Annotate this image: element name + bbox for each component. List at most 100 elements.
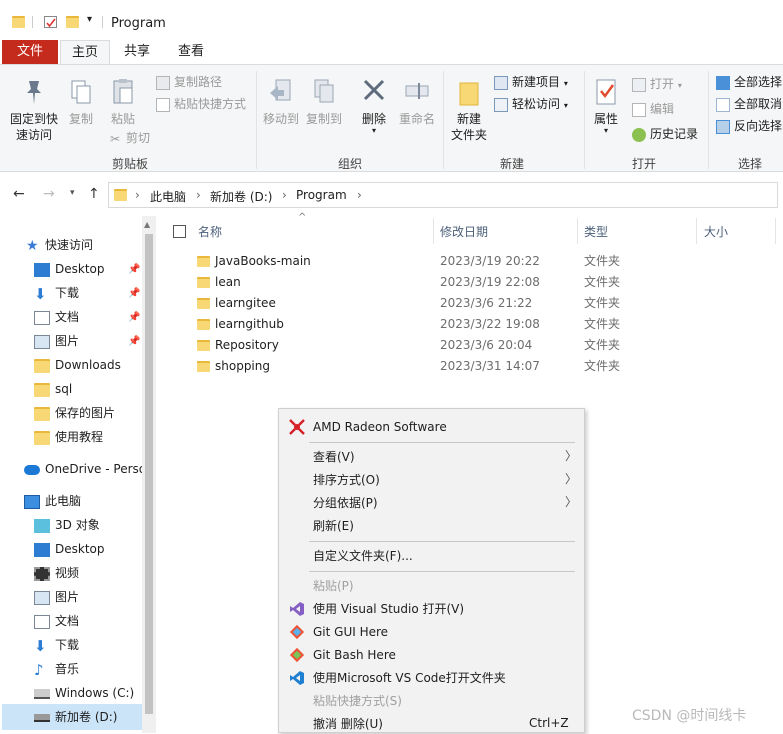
new-folder-quick-icon[interactable]: [66, 16, 79, 28]
watermark: CSDN @时间线卡: [632, 708, 747, 724]
nav-item-tutorials[interactable]: 使用教程: [34, 426, 103, 448]
breadcrumb-separator[interactable]: ›: [135, 188, 140, 202]
up-arrow-icon[interactable]: ↑: [88, 186, 100, 202]
file-row[interactable]: learngitee 2023/3/6 21:22 文件夹: [160, 293, 783, 314]
nav-quick-access[interactable]: ★ 快速访问: [26, 234, 93, 256]
copy-to-button[interactable]: 复制到: [304, 77, 344, 127]
menu-item-git-bash[interactable]: Git Bash Here: [313, 645, 396, 665]
sort-ascending-icon: ^: [298, 212, 307, 223]
forward-arrow-icon[interactable]: →: [43, 186, 55, 202]
recent-locations-chevron-icon[interactable]: ▾: [70, 188, 75, 198]
column-divider[interactable]: [775, 218, 776, 244]
nav-this-pc[interactable]: 此电脑: [24, 490, 81, 512]
breadcrumb-drive-d[interactable]: 新加卷 (D:): [210, 188, 272, 205]
nav-label: 音乐: [55, 662, 80, 676]
column-divider[interactable]: [433, 218, 434, 244]
invert-selection-button[interactable]: 反向选择: [716, 117, 782, 135]
scroll-up-icon[interactable]: ▲: [144, 220, 150, 229]
paste-button[interactable]: 粘贴: [105, 77, 141, 127]
file-row[interactable]: learngithub 2023/3/22 19:08 文件夹: [160, 314, 783, 335]
menu-separator: [309, 442, 575, 443]
nav-item-pc-desktop[interactable]: Desktop: [34, 538, 105, 560]
nav-item-videos[interactable]: 视频: [34, 562, 79, 584]
nav-item-pictures[interactable]: 图片: [34, 330, 79, 352]
tab-file[interactable]: 文件: [2, 40, 58, 64]
copy-button[interactable]: 复制: [64, 77, 98, 127]
menu-item-group-by[interactable]: 分组依据(P): [313, 493, 378, 513]
menu-item-open-vscode[interactable]: 使用Microsoft VS Code打开文件夹: [313, 668, 506, 688]
menu-item-sort[interactable]: 排序方式(O): [313, 470, 380, 490]
tab-home[interactable]: 主页: [60, 40, 110, 64]
file-row[interactable]: Repository 2023/3/6 20:04 文件夹: [160, 335, 783, 356]
move-to-button[interactable]: 移动到: [262, 77, 300, 127]
new-item-button[interactable]: 新建项目 ▾: [494, 73, 568, 93]
tab-share[interactable]: 共享: [114, 40, 160, 64]
menu-item-paste-shortcut[interactable]: 粘贴快捷方式(S): [313, 691, 402, 711]
menu-item-paste[interactable]: 粘贴(P): [313, 576, 354, 596]
nav-item-saved-pictures[interactable]: 保存的图片: [34, 402, 115, 424]
column-type[interactable]: 类型: [584, 223, 608, 240]
nav-onedrive[interactable]: OneDrive - Perso: [24, 458, 146, 480]
rename-button[interactable]: 重命名: [396, 77, 438, 127]
menu-item-undo-delete[interactable]: 撤消 删除(U): [313, 714, 383, 734]
column-size[interactable]: 大小: [704, 223, 728, 240]
delete-button[interactable]: 删除 ▾: [358, 77, 390, 135]
back-arrow-icon[interactable]: ←: [13, 186, 25, 202]
pin-icon: 📌: [128, 264, 141, 275]
history-button[interactable]: 历史记录: [632, 125, 698, 143]
column-divider[interactable]: [577, 218, 578, 244]
file-row[interactable]: lean 2023/3/19 22:08 文件夹: [160, 272, 783, 293]
nav-item-documents[interactable]: 文档: [34, 306, 79, 328]
pin-quick-access-button[interactable]: 固定到快 速访问: [6, 77, 62, 143]
nav-item-downloads[interactable]: Downloads: [34, 354, 121, 376]
file-row[interactable]: shopping 2023/3/31 14:07 文件夹: [160, 356, 783, 377]
select-all-checkbox[interactable]: [173, 225, 186, 238]
menu-item-git-gui[interactable]: Git GUI Here: [313, 622, 388, 642]
easy-access-button[interactable]: 轻松访问 ▾: [494, 95, 568, 115]
film-icon: [34, 566, 50, 581]
address-bar[interactable]: › 此电脑 › 新加卷 (D:) › Program ›: [108, 182, 778, 208]
nav-item-drive-d[interactable]: 新加卷 (D:): [34, 706, 117, 728]
menu-item-view[interactable]: 查看(V): [313, 447, 355, 467]
nav-item-sql[interactable]: sql: [34, 378, 72, 400]
scroll-thumb[interactable]: [145, 234, 153, 714]
nav-item-music[interactable]: ♪ 音乐: [34, 658, 79, 680]
customize-toolbar-chevron-icon[interactable]: ▾: [87, 14, 92, 25]
column-name[interactable]: 名称: [198, 223, 222, 240]
menu-item-amd-radeon[interactable]: AMD Radeon Software: [313, 417, 447, 437]
new-folder-button[interactable]: 新建 文件夹: [448, 77, 490, 143]
breadcrumb-separator[interactable]: ›: [282, 188, 287, 202]
select-all-button[interactable]: 全部选择: [716, 73, 782, 91]
properties-button[interactable]: 属性 ▾: [590, 77, 622, 135]
nav-item-pc-downloads[interactable]: ⬇ 下载: [34, 634, 79, 656]
nav-label: Windows (C:): [55, 686, 135, 700]
nav-scrollbar[interactable]: ▲: [142, 216, 156, 733]
file-row[interactable]: JavaBooks-main 2023/3/19 20:22 文件夹: [160, 251, 783, 272]
nav-item-pc-documents[interactable]: 文档: [34, 610, 79, 632]
nav-item-pc-pictures[interactable]: 图片: [34, 586, 79, 608]
copy-path-button[interactable]: 复制路径: [156, 73, 222, 91]
pin-icon: 📌: [128, 288, 141, 299]
select-none-button[interactable]: 全部取消: [716, 95, 782, 113]
menu-item-open-visual-studio[interactable]: 使用 Visual Studio 打开(V): [313, 599, 464, 619]
open-icon: [632, 77, 646, 92]
cut-button[interactable]: ✂ 剪切: [108, 129, 150, 147]
breadcrumb-separator[interactable]: ›: [357, 188, 362, 202]
nav-item-drive-c[interactable]: Windows (C:): [34, 682, 134, 704]
nav-item-desktop[interactable]: Desktop: [34, 258, 105, 280]
tab-view[interactable]: 查看: [168, 40, 214, 64]
column-divider[interactable]: [696, 218, 697, 244]
properties-check-icon[interactable]: [44, 16, 57, 28]
menu-item-refresh[interactable]: 刷新(E): [313, 516, 354, 536]
edit-button[interactable]: 编辑: [632, 100, 674, 118]
breadcrumb-separator[interactable]: ›: [196, 188, 201, 202]
menu-item-customize-folder[interactable]: 自定义文件夹(F)...: [313, 546, 413, 566]
paste-shortcut-button[interactable]: 粘贴快捷方式: [156, 95, 246, 113]
download-arrow-icon: ⬇: [34, 636, 47, 655]
breadcrumb-program[interactable]: Program: [296, 188, 347, 202]
nav-item-3d-objects[interactable]: 3D 对象: [34, 514, 100, 536]
breadcrumb-this-pc[interactable]: 此电脑: [150, 188, 186, 205]
nav-item-downloads-cn[interactable]: ⬇ 下载: [34, 282, 79, 304]
column-date[interactable]: 修改日期: [440, 223, 488, 240]
open-button[interactable]: 打开 ▾: [632, 75, 682, 95]
